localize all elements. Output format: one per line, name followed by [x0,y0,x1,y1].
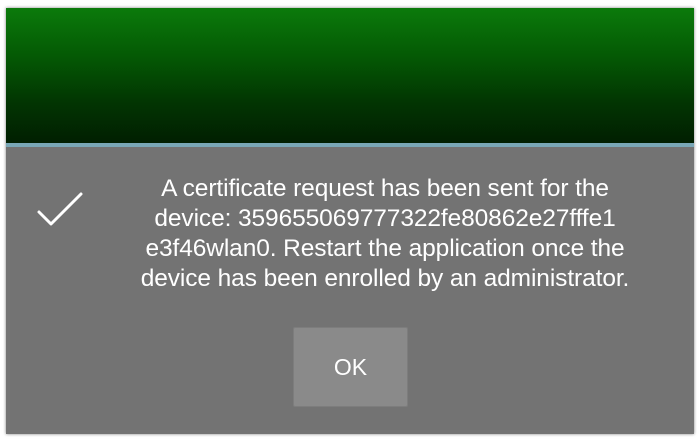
checkmark-icon [37,192,83,226]
header-band [6,8,694,143]
ok-button[interactable]: OK [293,327,408,407]
message-line: e3f46wlan0. Restart the application once… [145,235,625,262]
dialog-message: A certificate request has been sent for … [90,174,680,294]
message-line: device has been enrolled by an administr… [140,265,630,292]
ok-button-label: OK [333,353,368,380]
app-window: A certificate request has been sent for … [6,8,694,434]
message-line: A certificate request has been sent for … [161,175,609,202]
alert-dialog: A certificate request has been sent for … [6,147,694,434]
message-line: device: 359655069777322fe80862e27fffe1 [154,205,616,232]
